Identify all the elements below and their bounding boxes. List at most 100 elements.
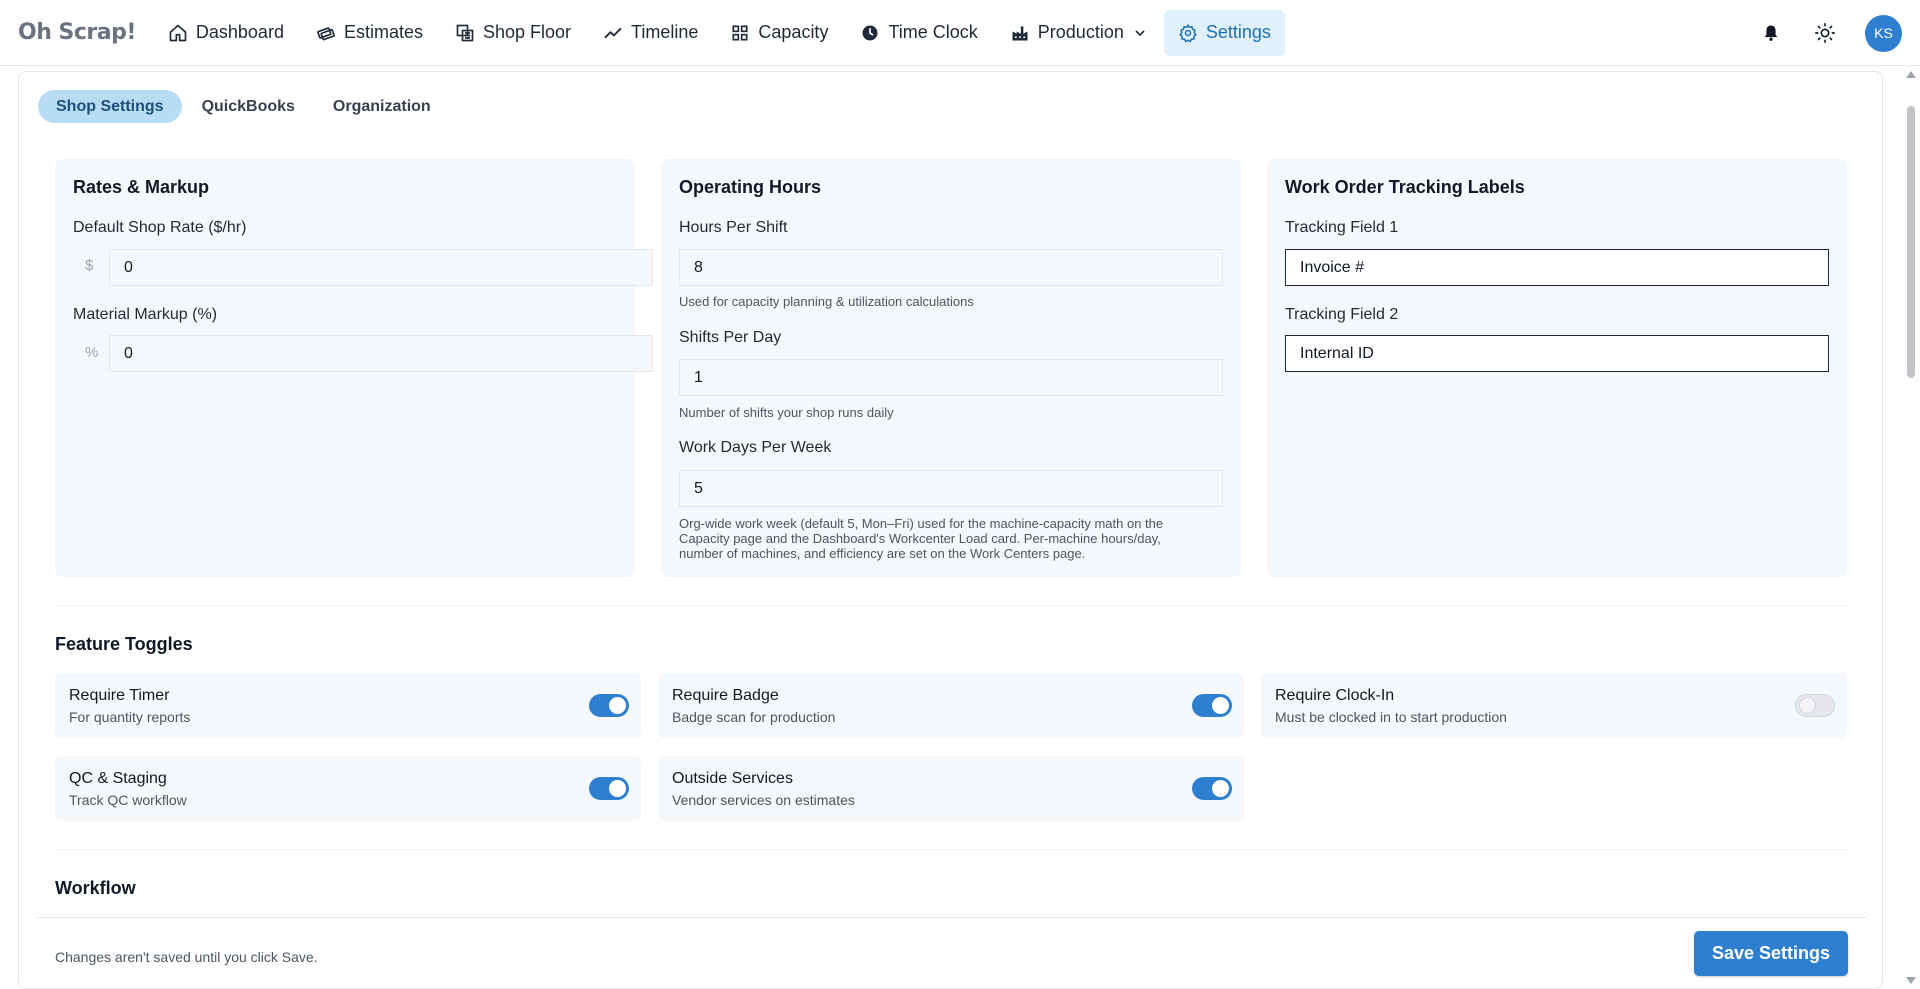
nav-item-time-clock[interactable]: Time Clock bbox=[846, 10, 991, 56]
switch-knob bbox=[609, 697, 626, 714]
sun-icon[interactable] bbox=[1811, 19, 1839, 47]
trend-icon bbox=[603, 23, 623, 43]
nav-item-dashboard[interactable]: Dashboard bbox=[154, 10, 298, 56]
nav-item-production[interactable]: Production bbox=[996, 10, 1160, 56]
nav-right-actions: KS bbox=[1757, 0, 1920, 66]
toggle-subtitle: Vendor services on estimates bbox=[672, 792, 855, 808]
section-divider bbox=[55, 849, 1847, 850]
nav-item-estimates[interactable]: Estimates bbox=[302, 10, 437, 56]
operating-hours-panel: Operating Hours Hours Per Shift 8 Used f… bbox=[661, 159, 1241, 577]
main-nav: Dashboard Estimates Shop Floor Timeline … bbox=[154, 9, 1289, 56]
home-icon bbox=[168, 23, 188, 43]
toggle-title: Require Timer bbox=[69, 687, 170, 704]
switch-knob bbox=[1212, 697, 1229, 714]
toggle-subtitle: For quantity reports bbox=[69, 709, 191, 725]
shop-rate-input[interactable]: 0 bbox=[109, 249, 653, 286]
switch-knob bbox=[609, 780, 626, 797]
unsaved-note: Changes aren't saved until you click Sav… bbox=[55, 949, 318, 965]
percent-prefix: % bbox=[85, 344, 99, 361]
settings-tabs: Shop Settings QuickBooks Organization bbox=[38, 90, 451, 123]
panel-title: Operating Hours bbox=[679, 177, 822, 197]
qc-staging-switch[interactable] bbox=[589, 777, 629, 800]
toggle-title: QC & Staging bbox=[69, 770, 167, 787]
require-clock-in-switch[interactable] bbox=[1795, 694, 1835, 717]
switch-knob bbox=[1799, 697, 1816, 714]
settings-card: Shop Settings QuickBooks Organization Ra… bbox=[18, 71, 1883, 989]
workflow-title: Workflow bbox=[55, 878, 136, 898]
shifts-per-day-input[interactable]: 1 bbox=[679, 359, 1223, 396]
nav-label: Estimates bbox=[343, 22, 423, 42]
scroll-up-icon[interactable] bbox=[1906, 71, 1916, 78]
tracking-field-1-label: Tracking Field 1 bbox=[1285, 219, 1399, 236]
scroll-down-icon[interactable] bbox=[1906, 977, 1916, 984]
require-badge-switch[interactable] bbox=[1192, 694, 1232, 717]
shifts-per-day-label: Shifts Per Day bbox=[679, 329, 782, 346]
tab-quickbooks[interactable]: QuickBooks bbox=[184, 90, 313, 123]
toggle-title: Require Clock-In bbox=[1275, 687, 1395, 704]
nav-item-settings[interactable]: Settings bbox=[1163, 9, 1285, 56]
top-navbar: Oh Scrap! Dashboard Estimates Shop Floor… bbox=[0, 0, 1920, 66]
toggle-qc-staging: QC & Staging Track QC workflow bbox=[55, 756, 641, 821]
nav-label: Capacity bbox=[758, 22, 829, 42]
toggle-outside-services: Outside Services Vendor services on esti… bbox=[658, 756, 1244, 821]
brand-logo[interactable]: Oh Scrap! bbox=[18, 20, 136, 45]
tracking-field-2-input[interactable]: Internal ID bbox=[1285, 335, 1829, 372]
gear-icon bbox=[1178, 23, 1198, 43]
feature-toggles-title: Feature Toggles bbox=[55, 634, 193, 654]
chevron-down-icon bbox=[1134, 27, 1146, 39]
clock-icon bbox=[860, 23, 880, 43]
shifts-per-day-hint: Number of shifts your shop runs daily bbox=[679, 405, 894, 420]
toggle-require-timer: Require Timer For quantity reports bbox=[55, 673, 641, 738]
nav-item-timeline[interactable]: Timeline bbox=[589, 10, 712, 56]
nav-item-capacity[interactable]: Capacity bbox=[716, 10, 842, 56]
money-icon bbox=[316, 23, 336, 43]
grid-icon bbox=[730, 23, 750, 43]
factory-icon bbox=[1010, 23, 1030, 43]
hours-per-shift-label: Hours Per Shift bbox=[679, 219, 788, 236]
tracking-field-1-input[interactable]: Invoice # bbox=[1285, 249, 1829, 286]
work-days-hint-line-2: Capacity page and the Dashboard's Workce… bbox=[679, 531, 1161, 546]
save-footer: Changes aren't saved until you click Sav… bbox=[37, 917, 1866, 988]
work-days-hint-line-3: number of machines, and efficiency are s… bbox=[679, 546, 1086, 561]
panel-title: Rates & Markup bbox=[73, 177, 210, 197]
tracking-labels-panel: Work Order Tracking Labels Tracking Fiel… bbox=[1267, 159, 1847, 577]
toggle-subtitle: Track QC workflow bbox=[69, 792, 187, 808]
layers-icon bbox=[455, 23, 475, 43]
nav-label: Time Clock bbox=[888, 22, 978, 42]
tab-organization[interactable]: Organization bbox=[315, 90, 449, 123]
bell-icon[interactable] bbox=[1757, 19, 1785, 47]
tab-shop-settings[interactable]: Shop Settings bbox=[38, 90, 182, 123]
toggle-require-clock-in: Require Clock-In Must be clocked in to s… bbox=[1261, 673, 1847, 738]
toggle-require-badge: Require Badge Badge scan for production bbox=[658, 673, 1244, 738]
nav-label: Dashboard bbox=[195, 22, 284, 42]
toggle-subtitle: Must be clocked in to start production bbox=[1275, 709, 1507, 725]
nav-label: Timeline bbox=[631, 22, 699, 42]
switch-knob bbox=[1212, 780, 1229, 797]
save-settings-button[interactable]: Save Settings bbox=[1694, 931, 1848, 976]
nav-label: Production bbox=[1037, 22, 1124, 42]
tracking-field-2-label: Tracking Field 2 bbox=[1285, 306, 1399, 323]
work-days-input[interactable]: 5 bbox=[679, 470, 1223, 507]
panel-title: Work Order Tracking Labels bbox=[1285, 177, 1525, 197]
avatar[interactable]: KS bbox=[1865, 14, 1902, 52]
markup-input[interactable]: 0 bbox=[109, 335, 653, 372]
scroll-thumb[interactable] bbox=[1907, 106, 1915, 378]
outside-services-switch[interactable] bbox=[1192, 777, 1232, 800]
toggle-title: Outside Services bbox=[672, 770, 793, 787]
section-divider bbox=[55, 605, 1847, 606]
hours-per-shift-input[interactable]: 8 bbox=[679, 249, 1223, 286]
toggle-subtitle: Badge scan for production bbox=[672, 709, 836, 725]
hours-per-shift-hint: Used for capacity planning & utilization… bbox=[679, 294, 974, 309]
work-days-hint-line-1: Org-wide work week (default 5, Mon–Fri) … bbox=[679, 516, 1164, 531]
toggle-title: Require Badge bbox=[672, 687, 779, 704]
rates-markup-panel: Rates & Markup Default Shop Rate ($/hr) … bbox=[55, 159, 653, 577]
work-days-label: Work Days Per Week bbox=[679, 439, 832, 456]
markup-label: Material Markup (%) bbox=[73, 306, 218, 323]
page-scrollbar[interactable] bbox=[1902, 66, 1920, 989]
require-timer-switch[interactable] bbox=[589, 694, 629, 717]
nav-label: Settings bbox=[1205, 22, 1271, 42]
dollar-prefix: $ bbox=[85, 257, 94, 274]
nav-label: Shop Floor bbox=[482, 22, 572, 42]
shop-rate-label: Default Shop Rate ($/hr) bbox=[73, 219, 247, 236]
nav-item-shop-floor[interactable]: Shop Floor bbox=[441, 10, 585, 56]
